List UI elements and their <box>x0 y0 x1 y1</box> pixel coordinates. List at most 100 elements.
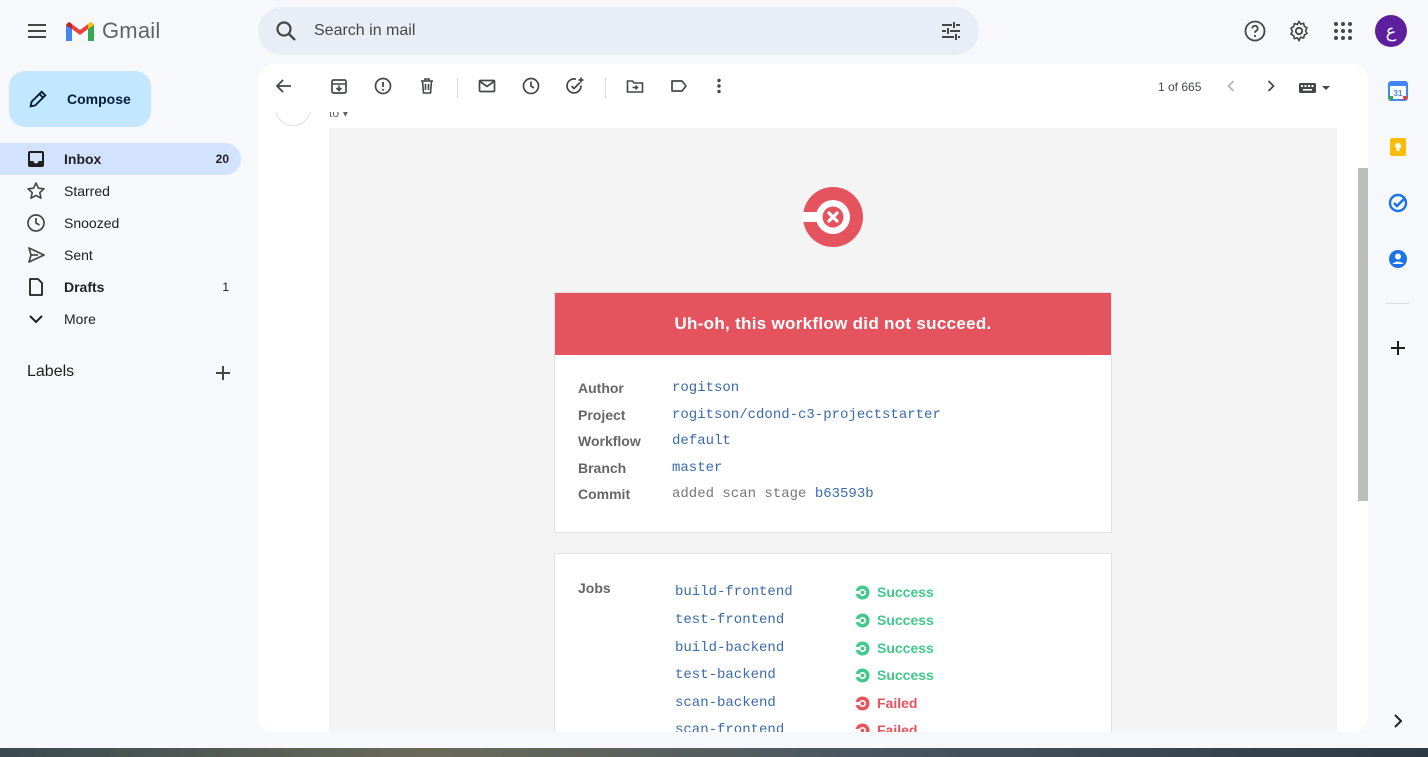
tune-icon[interactable] <box>939 19 963 43</box>
job-name-link[interactable]: test-frontend <box>675 612 855 628</box>
move-to-icon[interactable] <box>625 76 645 96</box>
sidebar-item-label: Drafts <box>64 279 105 295</box>
menu-icon <box>28 24 46 38</box>
compose-button[interactable]: Compose <box>9 71 151 127</box>
sidebar-item-label: Sent <box>64 247 93 263</box>
sidebar-item-label: Inbox <box>64 151 102 167</box>
branch-link[interactable]: master <box>672 460 722 476</box>
message-toolbar: 1 of 665 <box>258 64 1368 112</box>
email-content: Uh-oh, this workflow did not succeed. Au… <box>329 128 1337 732</box>
job-status-label: Success <box>877 640 934 656</box>
sidebar-nav: Inbox 20 Starred Snoozed Sent Drafts 1 M… <box>0 143 256 335</box>
project-link[interactable]: rogitson/cdond-c3-projectstarter <box>672 407 941 423</box>
plus-icon[interactable] <box>212 362 234 384</box>
job-name-link[interactable]: scan-backend <box>675 695 855 711</box>
job-name-link[interactable]: build-backend <box>675 640 855 656</box>
job-row: test-frontend Success <box>675 610 934 630</box>
add-task-icon[interactable] <box>565 76 585 96</box>
jobs-label: Jobs <box>578 580 611 596</box>
job-status: Success <box>855 667 934 683</box>
app-name: Gmail <box>102 18 161 43</box>
desktop-background-strip <box>0 748 1428 757</box>
sidebar-item-drafts[interactable]: Drafts 1 <box>0 271 241 303</box>
commit-row: Commit added scan stage b63593b <box>578 486 874 502</box>
keep-icon[interactable] <box>1387 136 1409 158</box>
more-vert-icon[interactable] <box>709 76 729 96</box>
success-icon <box>855 584 870 600</box>
job-status: Success <box>855 640 934 656</box>
job-row: scan-backend Failed <box>675 693 917 713</box>
author-key: Author <box>578 380 624 396</box>
workflow-key: Workflow <box>578 433 641 449</box>
chevron-left-icon[interactable] <box>1221 76 1241 96</box>
keyboard-icon[interactable] <box>1298 80 1332 96</box>
job-row: test-backend Success <box>675 665 934 685</box>
unread-count: 20 <box>215 152 229 166</box>
sidebar-item-snoozed[interactable]: Snoozed <box>0 207 241 239</box>
gmail-logo[interactable]: Gmail <box>64 17 160 45</box>
message-panel: 1 of 665 to ▾ Uh-oh, this workflow did n… <box>258 64 1368 732</box>
toolbar-divider <box>605 78 606 98</box>
labels-heading: Labels <box>27 363 75 380</box>
job-status-label: Success <box>877 584 934 600</box>
account-avatar[interactable]: ع <box>1375 15 1407 47</box>
rail-divider <box>1386 303 1410 304</box>
help-icon[interactable] <box>1243 19 1267 43</box>
search-bar <box>258 7 979 55</box>
job-row: build-backend Success <box>675 638 934 658</box>
draft-icon <box>29 278 43 296</box>
main-menu-button[interactable] <box>17 11 57 51</box>
search-icon[interactable] <box>274 19 298 43</box>
sidebar-item-sent[interactable]: Sent <box>0 239 241 271</box>
settings-icon[interactable] <box>1287 19 1311 43</box>
tasks-icon[interactable] <box>1387 192 1409 214</box>
contacts-icon[interactable] <box>1387 248 1409 270</box>
snooze-icon[interactable] <box>521 76 541 96</box>
commit-hash-link[interactable]: b63593b <box>815 486 874 502</box>
archive-icon[interactable] <box>329 76 349 96</box>
pagination-text: 1 of 665 <box>1158 80 1202 94</box>
inbox-icon <box>28 151 44 167</box>
sidebar-item-label: Snoozed <box>64 215 120 231</box>
sidebar-item-inbox[interactable]: Inbox 20 <box>0 143 241 175</box>
calendar-icon[interactable]: 31 <box>1387 80 1409 102</box>
plus-icon[interactable] <box>1387 337 1409 359</box>
author-link[interactable]: rogitson <box>672 380 739 396</box>
search-input[interactable] <box>314 22 914 40</box>
failed-icon <box>855 695 870 711</box>
apps-icon[interactable] <box>1331 19 1355 43</box>
back-arrow-icon[interactable] <box>274 76 294 96</box>
sender-avatar[interactable] <box>275 112 311 126</box>
sidebar-item-starred[interactable]: Starred <box>0 175 241 207</box>
project-key: Project <box>578 407 626 423</box>
chevron-right-icon[interactable] <box>1387 710 1409 732</box>
success-icon <box>855 612 870 628</box>
label-icon[interactable] <box>669 76 689 96</box>
recipient-line[interactable]: to ▾ <box>329 112 348 120</box>
report-spam-icon[interactable] <box>373 76 393 96</box>
commit-message: added scan stage <box>672 486 807 502</box>
job-status-label: Failed <box>877 722 918 732</box>
chevron-down-icon <box>29 315 43 324</box>
workflow-link[interactable]: default <box>672 433 731 449</box>
compose-label: Compose <box>67 91 131 107</box>
scrollbar-thumb[interactable] <box>1358 168 1368 501</box>
gmail-m-icon <box>66 22 94 41</box>
job-name-link[interactable]: build-frontend <box>675 584 855 600</box>
svg-text:31: 31 <box>1394 89 1403 98</box>
sidebar-item-more[interactable]: More <box>0 303 241 335</box>
job-status-label: Failed <box>877 695 918 711</box>
job-row: build-frontend Success <box>675 582 934 602</box>
mark-unread-icon[interactable] <box>477 76 497 96</box>
trash-icon[interactable] <box>417 76 437 96</box>
message-body-area: to ▾ Uh-oh, this workflow did not succee… <box>258 112 1352 732</box>
job-name-link[interactable]: scan-frontend <box>675 722 855 732</box>
job-status: Failed <box>855 695 917 711</box>
job-name-link[interactable]: test-backend <box>675 667 855 683</box>
chevron-right-icon[interactable] <box>1261 76 1281 96</box>
sidebar-item-label: More <box>64 311 96 327</box>
toolbar-divider <box>457 78 458 98</box>
success-icon <box>855 667 870 683</box>
failure-banner: Uh-oh, this workflow did not succeed. <box>555 293 1111 355</box>
draft-count: 1 <box>222 280 229 294</box>
